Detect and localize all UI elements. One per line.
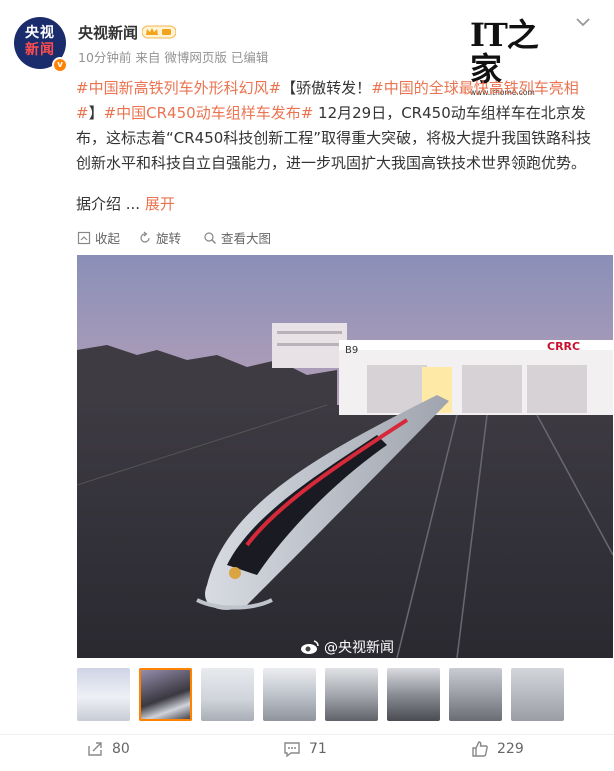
like-count: 229	[497, 741, 524, 757]
collapse-button[interactable]: 收起	[77, 228, 120, 247]
building-label: B9	[345, 345, 358, 356]
thumbnail-strip	[77, 668, 564, 721]
collapse-icon	[77, 231, 91, 244]
rotate-icon	[140, 231, 150, 243]
thumbs-up-icon	[472, 741, 488, 757]
post-text: #中国新高铁列车外形科幻风#【骄傲转发！#中国的全球最快高铁列车亮相#】#中国C…	[76, 79, 592, 172]
rotate-button[interactable]: 旋转	[138, 228, 181, 247]
image-watermark: @央视新闻	[300, 637, 394, 657]
thumbnail[interactable]	[201, 668, 254, 721]
view-large-button[interactable]: 查看大图	[203, 228, 271, 247]
avatar-text: 央视 新闻	[25, 25, 55, 58]
repost-count: 80	[112, 741, 130, 757]
weibo-icon	[301, 640, 319, 654]
verified-badge-icon: v	[52, 57, 68, 73]
thumbnail[interactable]	[77, 668, 130, 721]
thumbnail[interactable]	[263, 668, 316, 721]
zoom-icon	[204, 231, 216, 244]
crrc-logo: CRRC	[547, 340, 580, 353]
crown-icon	[142, 25, 176, 39]
expand-row: 据介绍 ... 展开	[76, 195, 175, 213]
train-photo-illustration: B9 CRRC	[77, 255, 613, 658]
share-icon	[88, 742, 102, 756]
comment-icon	[284, 742, 300, 758]
post-meta: 10分钟前 来自 微博网页版 已编辑	[78, 50, 269, 65]
divider	[0, 734, 614, 735]
thumbnail[interactable]	[325, 668, 378, 721]
comment-count: 71	[309, 741, 327, 757]
chevron-down-icon[interactable]	[573, 12, 593, 32]
hashtag-link[interactable]: #中国新高铁列车外形科幻风#	[76, 79, 281, 97]
thumbnail[interactable]	[449, 668, 502, 721]
author-name[interactable]: 央视新闻	[78, 22, 138, 43]
thumbnail[interactable]	[511, 668, 564, 721]
main-photo[interactable]: B9 CRRC	[77, 255, 613, 658]
like-button[interactable]: 229	[471, 740, 524, 758]
source-logo: IT之家 www.ithome.com	[470, 18, 550, 97]
thumbnail[interactable]	[387, 668, 440, 721]
expand-link[interactable]: 展开	[145, 195, 175, 213]
hashtag-link[interactable]: #中国CR450动车组样车发布#	[104, 104, 314, 122]
thumbnail-selected[interactable]	[139, 668, 192, 721]
comment-button[interactable]: 71	[283, 740, 327, 758]
repost-button[interactable]: 80	[86, 740, 130, 758]
